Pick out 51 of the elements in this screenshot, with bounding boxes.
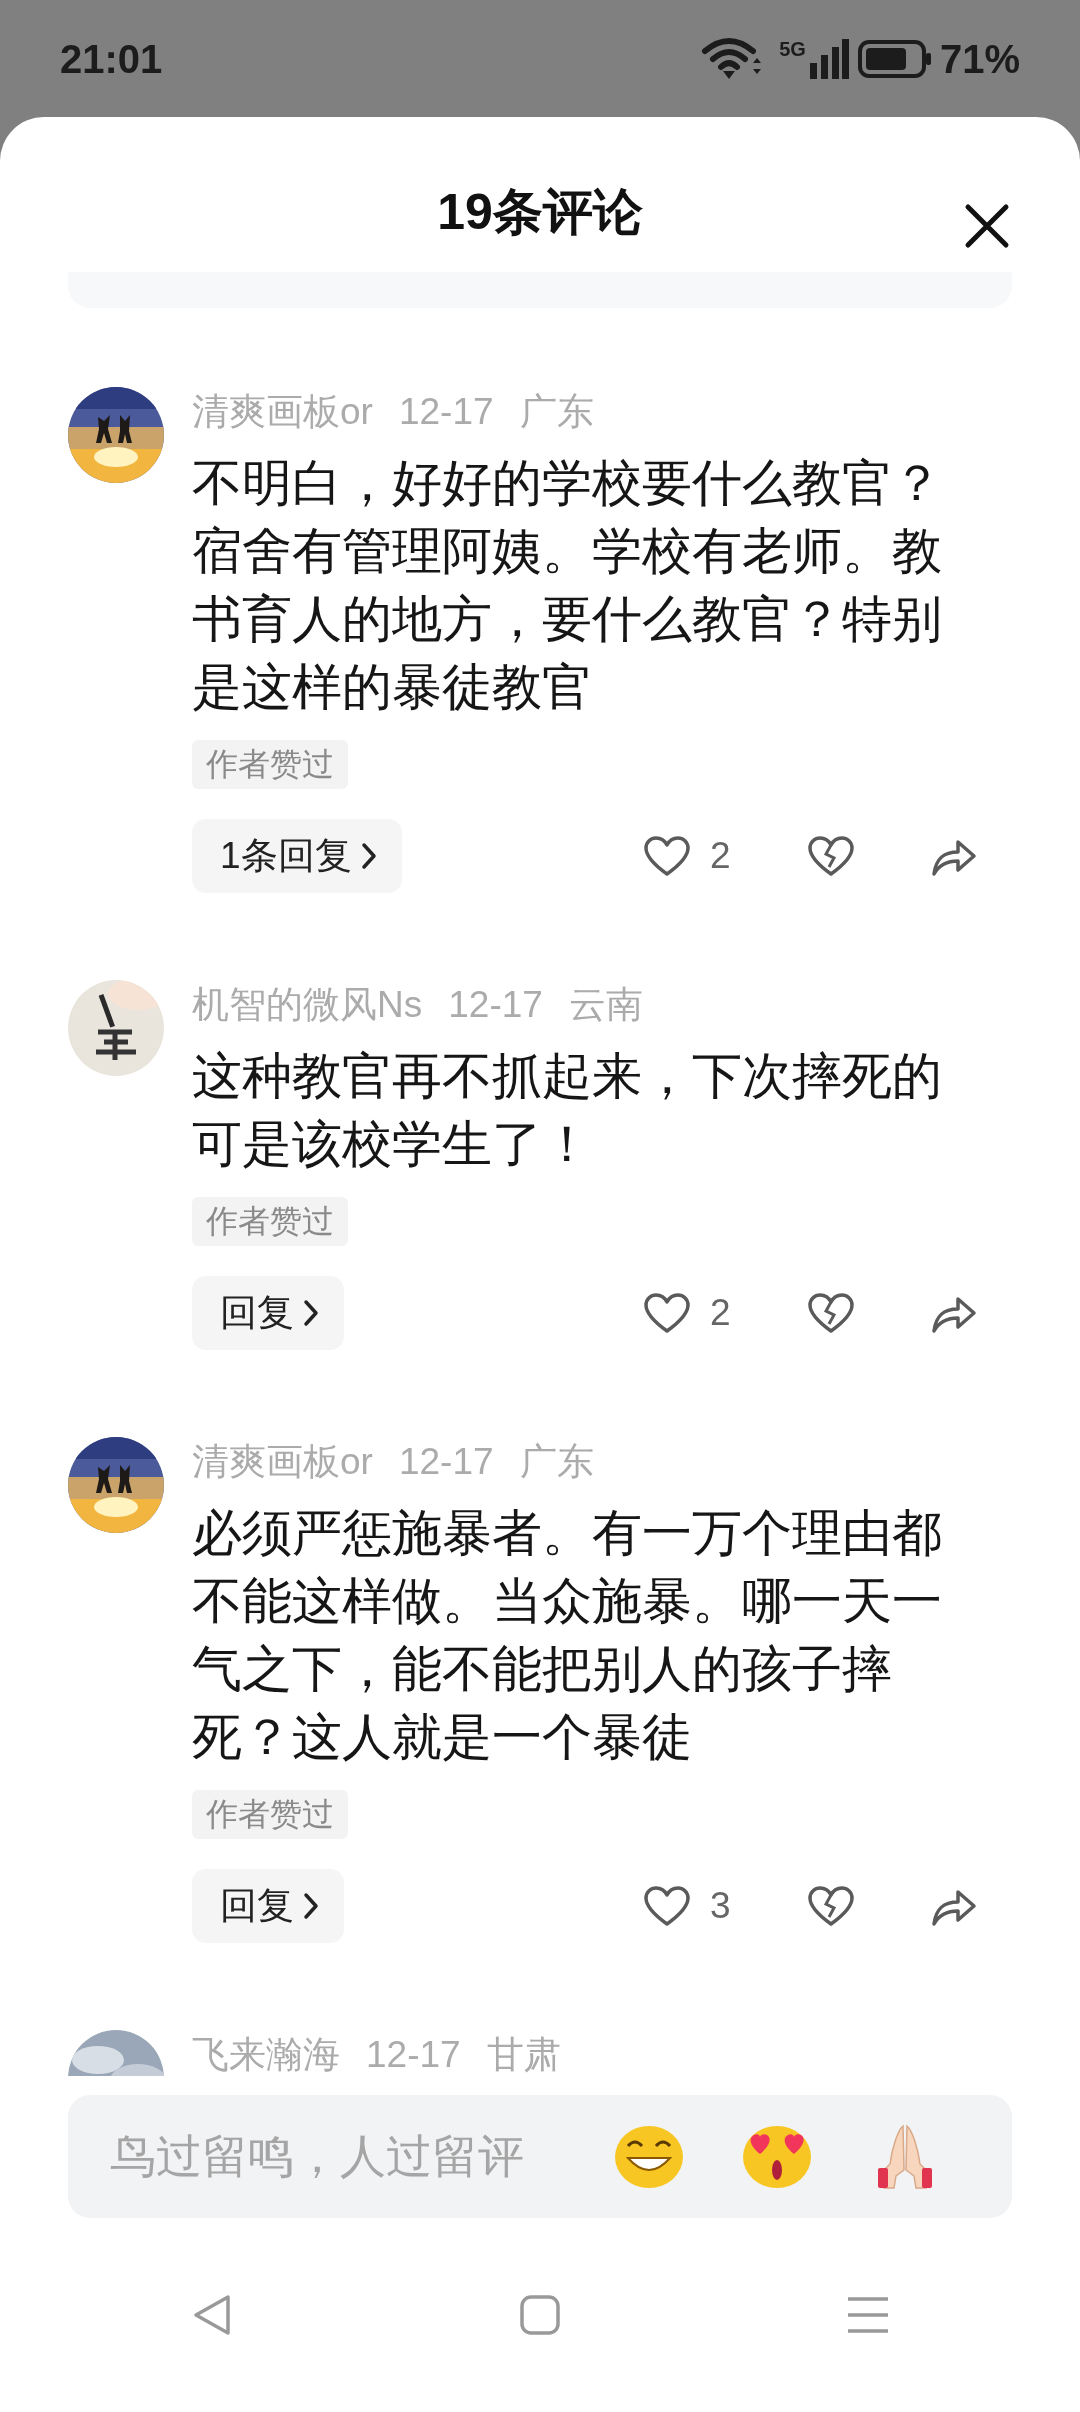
dislike-button[interactable] [807,1291,855,1335]
home-icon[interactable] [518,2293,562,2337]
grinning-face-icon[interactable] [614,2123,684,2190]
chevron-right-icon [302,1298,320,1328]
like-count: 3 [710,1884,732,1929]
comment-date: 12-17 [398,390,494,434]
comment-text: 这种教官再不抓起来，下次摔死的可是该校学生了！ [192,1047,943,1174]
heart-icon [643,834,691,878]
comment-location: 广东 [519,390,594,434]
like-button[interactable] [643,1291,691,1335]
dislike-button[interactable] [807,1884,855,1928]
clock-time: 21:01 [60,35,163,83]
network-type-label: 5G [779,38,806,59]
comment-location: 广东 [519,1440,594,1484]
comment-location: 云南 [568,983,643,1027]
heart-eyes-face-icon[interactable] [742,2123,812,2190]
broken-heart-icon [807,1291,855,1335]
comment-date: 12-17 [398,1440,494,1484]
like-count: 2 [710,1291,732,1336]
like-button[interactable] [643,1884,691,1928]
comment-bar[interactable]: 鸟过留鸣，人过留评 [68,2095,1012,2218]
heart-icon [643,1291,691,1335]
broken-heart-icon [807,834,855,878]
user-name[interactable]: 机智的微风Ns [192,980,423,1030]
comment-input[interactable]: 鸟过留鸣，人过留评 [108,2121,614,2192]
comment-date: 12-17 [448,983,543,1027]
dislike-button[interactable] [807,834,855,878]
sheet-title: 19条评论 [437,184,643,240]
author-liked-tag: 作者赞过 [192,1790,348,1839]
user-name[interactable]: 飞来瀚海 [192,2030,340,2076]
like-count: 2 [710,834,732,879]
comment-text: 必须严惩施暴者。有一万个理由都不能这样做。当众施暴。哪一天一气之下，能不能把别人的孩子摔死？这人就是一个暴徒 [192,1504,943,1767]
user-name[interactable]: 清爽画板or [192,387,373,437]
author-liked-tag: 作者赞过 [192,1197,348,1246]
wifi-icon [701,36,764,81]
heart-icon [643,1884,691,1928]
comment-date: 12-17 [366,2033,461,2076]
author-liked-tag: 作者赞过 [192,740,348,789]
comment-location: 甘肃 [486,2033,561,2076]
chevron-right-icon [302,1891,320,1921]
battery-icon [857,38,932,79]
reply-button[interactable]: 1条回复 [192,819,402,893]
reply-button[interactable]: 回复 [192,1276,344,1350]
chevron-right-icon [359,841,378,871]
signal-icon [809,38,850,79]
broken-heart-icon [807,1884,855,1928]
user-name[interactable]: 清爽画板or [192,1437,373,1487]
comment-text: 不明白，好好的学校要什么教官？宿舍有管理阿姨。学校有老师。教书育人的地方，要什么教官？特别是这样的暴徒教官 [192,454,943,717]
battery-percent: 71% [939,35,1020,83]
reply-button[interactable]: 回复 [192,1869,344,1943]
like-button[interactable] [643,834,691,878]
